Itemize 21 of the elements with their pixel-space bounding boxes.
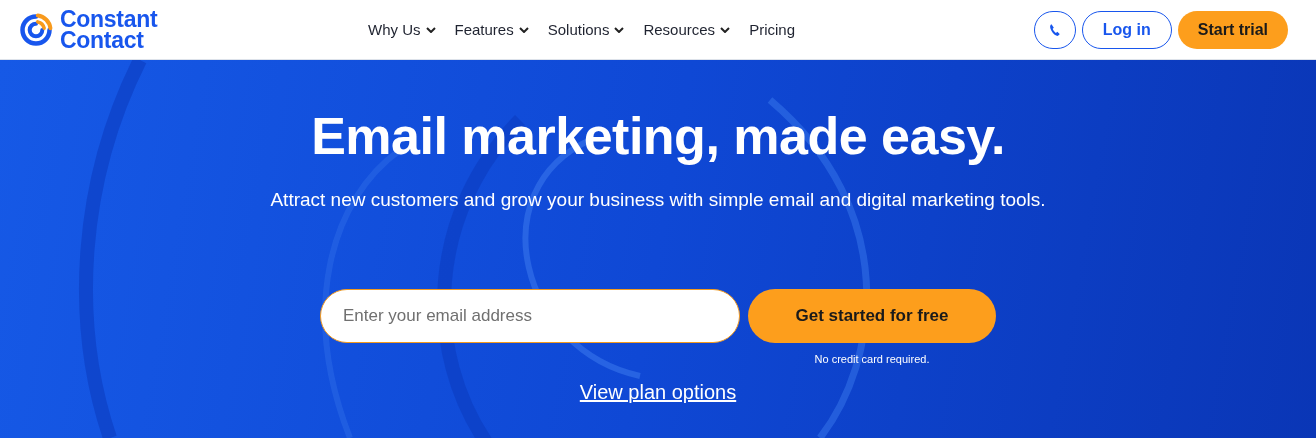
hero-subheading: Attract new customers and grow your business with simple email and digital marketing tools. xyxy=(270,188,1046,212)
caret-icon xyxy=(614,26,625,33)
start-trial-button[interactable]: Start trial xyxy=(1177,10,1288,49)
caret-icon xyxy=(720,26,731,33)
logo-icon xyxy=(18,11,54,48)
caret-icon xyxy=(518,26,529,33)
nav-link[interactable]: Pricing xyxy=(749,21,795,38)
phone-icon xyxy=(1047,21,1062,38)
get-started-button[interactable]: Get started for free xyxy=(748,289,996,343)
login-button[interactable]: Log in xyxy=(1081,10,1172,49)
logo-wordmark[interactable]: Constant Contact xyxy=(60,8,158,51)
nav-link[interactable]: Solutions xyxy=(547,21,625,38)
cta-note: No credit card required. xyxy=(814,353,930,365)
nav-link[interactable]: Resources xyxy=(643,21,731,38)
view-plans-link[interactable]: View plan options xyxy=(579,381,737,404)
email-input-field[interactable]: Enter your email address xyxy=(320,289,740,343)
nav-link[interactable]: Features xyxy=(454,21,529,38)
phone-button[interactable] xyxy=(1033,10,1076,49)
caret-icon xyxy=(425,26,436,33)
nav-link[interactable]: Why Us xyxy=(368,21,436,38)
hero-heading: Email marketing, made easy. xyxy=(311,106,1005,166)
